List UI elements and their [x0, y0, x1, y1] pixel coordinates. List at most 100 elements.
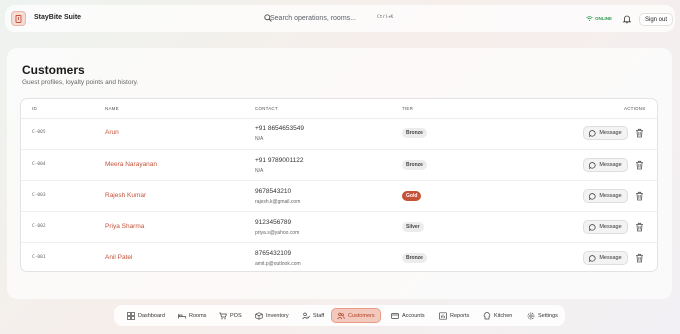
- grid-icon: [127, 311, 135, 320]
- nav-item-customers[interactable]: Customers: [331, 308, 381, 323]
- nav-item-rooms[interactable]: Rooms: [173, 308, 210, 323]
- customer-name[interactable]: Meera Narayanan: [105, 161, 157, 168]
- nav-item-reports[interactable]: Reports: [434, 308, 474, 323]
- staff-icon: [302, 312, 310, 320]
- trash-icon[interactable]: [635, 191, 644, 201]
- nav-item-label: Dashboard: [138, 312, 165, 319]
- table-row: C-003 Rajesh Kumar 9678543210 rajesh.k@gmai…: [21, 180, 657, 211]
- chart-icon: [439, 311, 447, 320]
- customer-id: C-005: [32, 130, 46, 135]
- tier-badge: Silver: [402, 222, 424, 232]
- chat-icon: [589, 129, 596, 137]
- chat-icon: [589, 254, 596, 262]
- customer-name[interactable]: Arun: [105, 129, 119, 136]
- nav-item-settings[interactable]: Settings: [522, 308, 561, 323]
- nav-item-label: Customers: [348, 312, 375, 319]
- column-header-id: ID: [32, 106, 37, 111]
- customer-phone: 9123456789: [255, 219, 292, 226]
- main-panel: Customers Guest profiles, loyalty points…: [7, 48, 672, 299]
- message-button[interactable]: Message: [583, 189, 628, 203]
- chat-icon: [589, 192, 596, 200]
- chef-icon: [483, 311, 491, 320]
- search-input[interactable]: Search operations, rooms... Ctrl+K: [256, 11, 402, 26]
- customer-email: N/A: [255, 168, 264, 174]
- page-subtitle: Guest profiles, loyalty points and histo…: [22, 79, 139, 86]
- gear-icon: [527, 312, 535, 320]
- message-button-label: Message: [599, 130, 622, 136]
- top-bar: StayBite Suite Search operations, rooms.…: [5, 5, 675, 32]
- nav-item-inventory[interactable]: Inventory: [250, 308, 293, 323]
- nav-item-label: Reports: [450, 312, 470, 319]
- tier-badge: Bronze: [402, 128, 427, 138]
- customer-id: C-004: [32, 162, 46, 167]
- customer-id: C-003: [32, 193, 46, 198]
- tier-badge: Bronze: [402, 253, 427, 263]
- bell-icon[interactable]: [622, 14, 632, 24]
- nav-item-label: Settings: [538, 312, 558, 319]
- chat-icon: [589, 223, 596, 231]
- search-placeholder: Search operations, rooms...: [270, 15, 356, 22]
- customer-phone: 9678543210: [255, 188, 292, 195]
- nav-item-label: Inventory: [266, 312, 289, 319]
- tier-badge: Gold: [402, 191, 422, 201]
- message-button[interactable]: Message: [583, 126, 628, 140]
- customer-phone: +91 9789001122: [255, 157, 304, 164]
- cart-icon: [219, 312, 227, 320]
- table-row: C-002 Priya Sharma 9123456789 priya.s@yahoo…: [21, 211, 657, 242]
- customer-email: priya.s@yahoo.com: [255, 230, 300, 236]
- users-icon: [337, 312, 345, 320]
- table-row: C-001 Anil Patel 8765432109 amit.p@outlook.…: [21, 242, 657, 271]
- page-title: Customers: [22, 63, 85, 77]
- online-status-badge: ONLINE: [586, 16, 612, 21]
- nav-item-kitchen[interactable]: Kitchen: [478, 308, 518, 323]
- nav-item-accounts[interactable]: Accounts: [386, 308, 427, 323]
- customer-phone: 8765432109: [255, 250, 292, 257]
- bottom-nav: Dashboard Rooms POS Inventory Staff Customers…: [114, 305, 565, 326]
- box-icon: [255, 311, 263, 320]
- customer-name[interactable]: Rajesh Kumar: [105, 192, 146, 199]
- message-button[interactable]: Message: [583, 220, 628, 234]
- trash-icon[interactable]: [635, 253, 644, 263]
- customer-email: rajesh.k@gmail.com: [255, 199, 301, 205]
- message-button-label: Message: [599, 193, 622, 199]
- customers-table: ID NAME CONTACT TIER ACTIONS C-005 Arun +9…: [20, 98, 658, 272]
- nav-item-label: Rooms: [189, 312, 207, 319]
- chat-icon: [589, 161, 596, 169]
- customer-id: C-001: [32, 255, 46, 260]
- nav-item-dashboard[interactable]: Dashboard: [122, 308, 168, 323]
- message-button-label: Message: [599, 224, 622, 230]
- customer-id: C-002: [32, 224, 46, 229]
- table-row: C-004 Meera Narayanan +91 9789001122 N/A Bro…: [21, 149, 657, 180]
- customer-phone: +91 8654653549: [255, 125, 304, 132]
- bed-icon: [178, 312, 186, 320]
- message-button[interactable]: Message: [583, 158, 628, 172]
- app-logo-icon: [11, 11, 26, 26]
- tier-badge: Bronze: [402, 160, 427, 170]
- wifi-icon: [586, 16, 593, 21]
- message-button[interactable]: Message: [583, 251, 628, 265]
- nav-item-label: Staff: [313, 312, 325, 319]
- nav-item-label: Accounts: [402, 312, 425, 319]
- nav-item-label: POS: [230, 312, 242, 319]
- message-button-label: Message: [599, 162, 622, 168]
- customer-name[interactable]: Anil Patel: [105, 254, 132, 261]
- column-header-name: NAME: [105, 106, 119, 111]
- customer-name[interactable]: Priya Sharma: [105, 223, 144, 230]
- trash-icon[interactable]: [635, 128, 644, 138]
- table-row: C-005 Arun +91 8654653549 N/A Bronze Message: [21, 118, 657, 149]
- online-status-label: ONLINE: [595, 16, 613, 21]
- wallet-icon: [391, 312, 399, 320]
- column-header-actions: ACTIONS: [624, 106, 646, 111]
- sign-out-button[interactable]: Sign out: [639, 13, 673, 26]
- column-header-tier: TIER: [402, 106, 414, 111]
- message-button-label: Message: [599, 255, 622, 261]
- nav-item-pos[interactable]: POS: [214, 308, 244, 323]
- trash-icon[interactable]: [635, 160, 644, 170]
- customer-email: N/A: [255, 136, 264, 142]
- trash-icon[interactable]: [635, 222, 644, 232]
- nav-item-label: Kitchen: [494, 312, 513, 319]
- search-shortcut: Ctrl+K: [377, 15, 394, 20]
- column-header-contact: CONTACT: [255, 106, 278, 111]
- nav-item-staff[interactable]: Staff: [297, 308, 329, 323]
- search-icon: [264, 14, 272, 22]
